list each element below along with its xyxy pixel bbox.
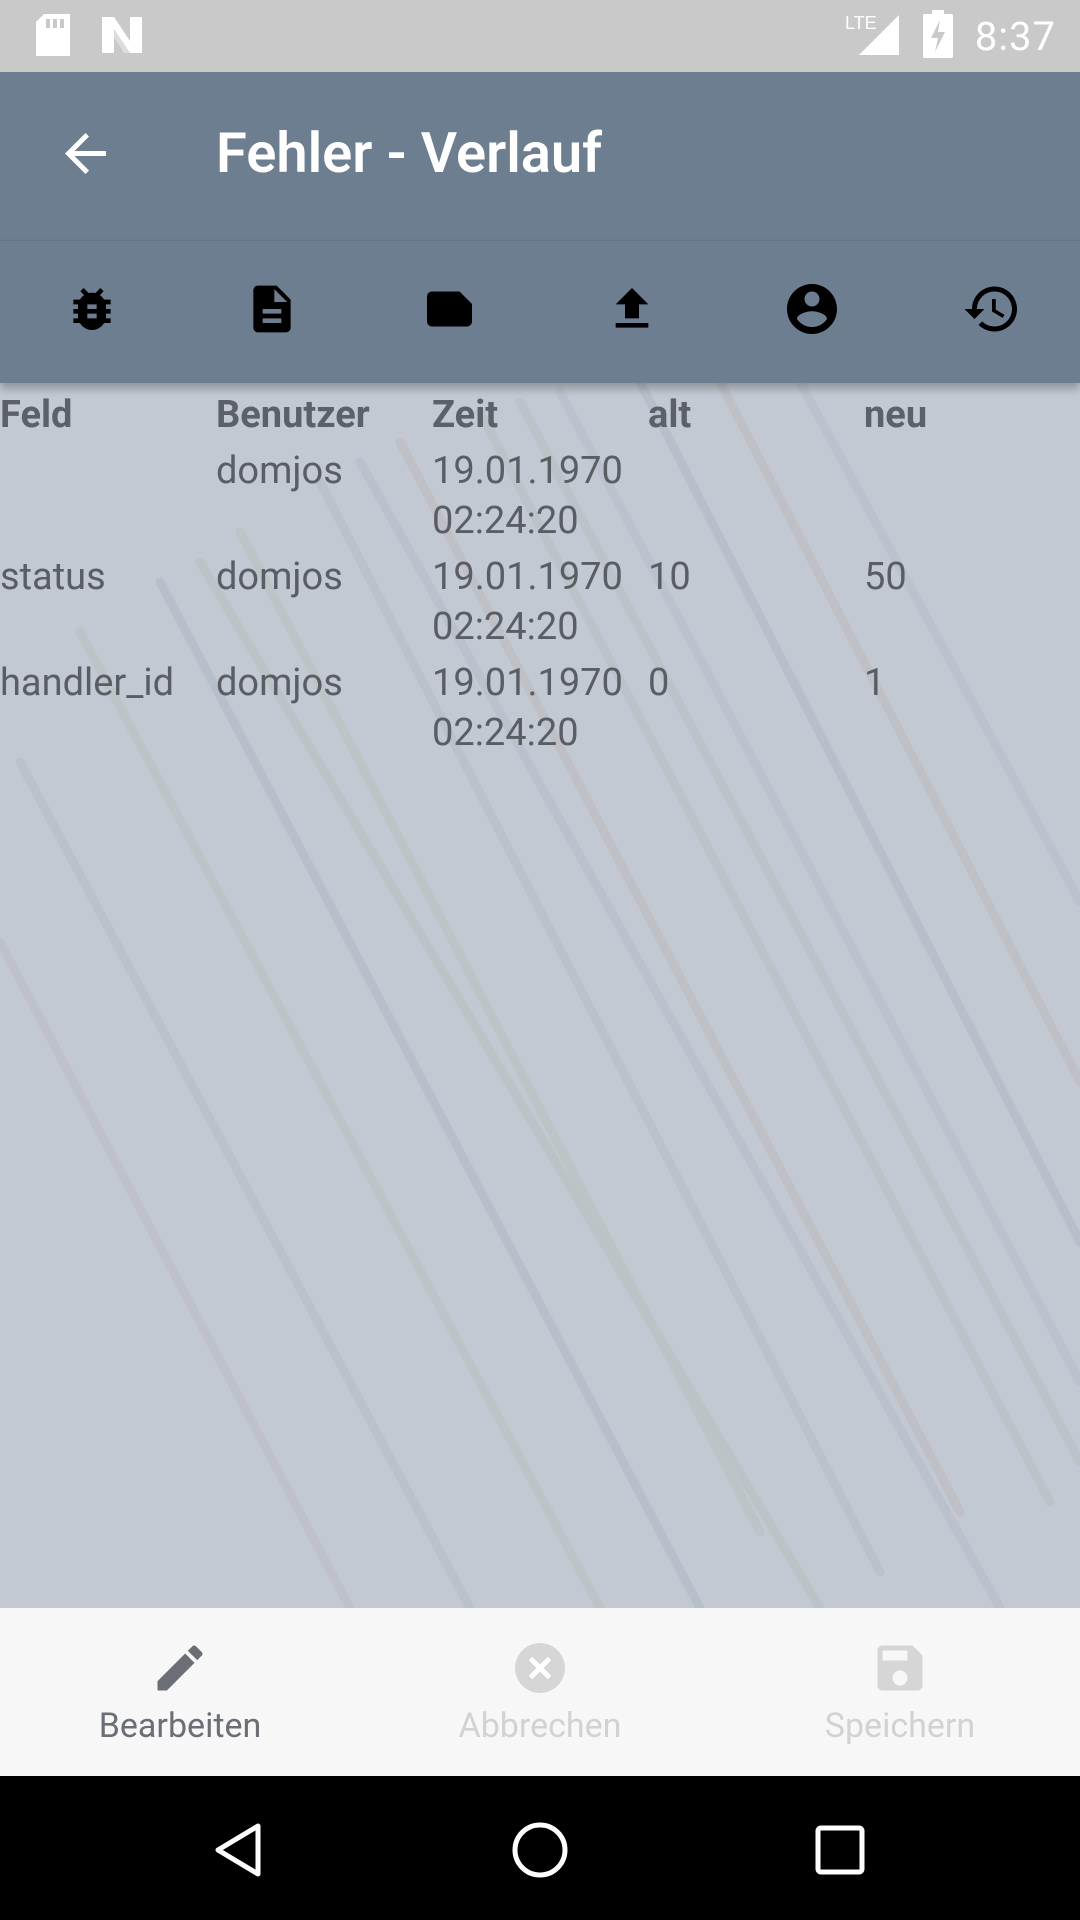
cell-benutzer: domjos <box>216 449 343 493</box>
tab-label[interactable] <box>412 271 492 351</box>
clock: 8:37 <box>974 12 1056 60</box>
cell-zeit: 19.01.1970 02:24:20 <box>432 658 648 758</box>
edit-button[interactable]: Bearbeiten <box>0 1608 360 1776</box>
table-header-row: Feld Benutzer Zeit alt neu <box>0 382 1080 440</box>
table-row: handler_id domjos 19.01.1970 02:24:20 0 … <box>0 658 1080 758</box>
header-benutzer: Benutzer <box>216 393 370 437</box>
lte-text: LTE <box>845 13 877 33</box>
history-content: Feld Benutzer Zeit alt neu domjos 19.01.… <box>0 382 1080 1608</box>
cell-zeit-time: 02:24:20 <box>432 499 579 543</box>
bug-icon <box>64 281 120 341</box>
status-bar: LTE 8:37 <box>0 0 1080 72</box>
arrow-back-icon[interactable] <box>56 124 116 184</box>
save-button[interactable]: Speichern <box>720 1608 1080 1776</box>
label-icon <box>422 279 482 343</box>
app-bar: Fehler - Verlauf <box>0 72 1080 240</box>
cell-benutzer: domjos <box>216 661 343 705</box>
save-button-label: Speichern <box>824 1706 976 1746</box>
cancel-button[interactable]: Abbrechen <box>360 1608 720 1776</box>
upload-icon <box>604 281 660 341</box>
table-row: domjos 19.01.1970 02:24:20 <box>0 446 1080 546</box>
cell-feld: handler_id <box>0 661 175 705</box>
cancel-button-label: Abbrechen <box>458 1706 622 1746</box>
bottom-action-bar: Bearbeiten Abbrechen Speichern <box>0 1608 1080 1776</box>
account-circle-icon <box>782 279 842 343</box>
tab-bar <box>0 240 1080 383</box>
cell-zeit-date: 19.01.1970 <box>432 449 623 493</box>
header-alt: alt <box>648 393 692 437</box>
cell-alt: 0 <box>648 661 670 705</box>
document-icon <box>244 281 300 341</box>
cell-neu: 50 <box>864 555 907 599</box>
cell-zeit: 19.01.1970 02:24:20 <box>432 446 648 546</box>
sd-card-icon <box>36 14 70 60</box>
edit-button-label: Bearbeiten <box>98 1706 262 1746</box>
back-triangle-icon[interactable] <box>210 1820 270 1880</box>
cell-neu <box>864 446 1080 546</box>
cell-zeit-time: 02:24:20 <box>432 711 579 755</box>
lte-signal-icon: LTE <box>845 11 901 61</box>
tab-bug[interactable] <box>52 271 132 351</box>
home-circle-icon[interactable] <box>510 1820 570 1880</box>
cell-zeit-date: 19.01.1970 <box>432 661 623 705</box>
cell-feld: status <box>0 555 106 599</box>
history-icon <box>962 279 1022 343</box>
table-row: status domjos 19.01.1970 02:24:20 10 50 <box>0 552 1080 652</box>
header-neu: neu <box>864 393 928 437</box>
cell-zeit-time: 02:24:20 <box>432 605 579 649</box>
header-feld: Feld <box>0 393 73 437</box>
cell-neu: 1 <box>864 661 886 705</box>
tab-upload[interactable] <box>592 271 672 351</box>
cell-alt: 10 <box>648 555 691 599</box>
save-icon <box>870 1638 930 1698</box>
header-zeit: Zeit <box>432 393 499 437</box>
system-nav-bar <box>0 1776 1080 1920</box>
tab-history[interactable] <box>952 271 1032 351</box>
n-logo-icon <box>100 15 144 59</box>
cell-zeit-date: 19.01.1970 <box>432 555 623 599</box>
cell-feld <box>0 446 216 546</box>
history-table: Feld Benutzer Zeit alt neu domjos 19.01.… <box>0 382 1080 758</box>
tab-document[interactable] <box>232 271 312 351</box>
tab-account[interactable] <box>772 271 852 351</box>
cell-alt <box>648 446 864 546</box>
battery-charging-icon <box>922 10 953 62</box>
recents-square-icon[interactable] <box>810 1820 870 1880</box>
cancel-circle-icon <box>510 1638 570 1698</box>
page-title: Fehler - Verlauf <box>216 120 603 186</box>
pencil-icon <box>150 1638 210 1698</box>
cell-benutzer: domjos <box>216 555 343 599</box>
cell-zeit: 19.01.1970 02:24:20 <box>432 552 648 652</box>
